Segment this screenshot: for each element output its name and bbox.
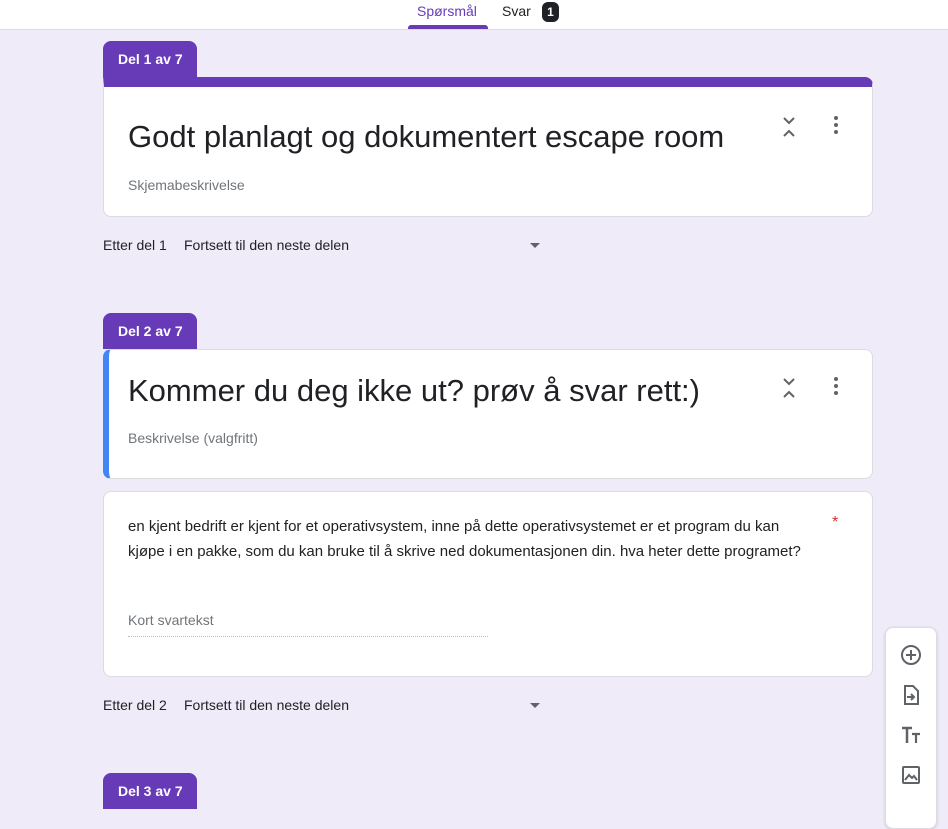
section-label-1: Del 1 av 7	[103, 41, 197, 77]
after-section-select-1[interactable]: Fortsett til den neste delen	[184, 237, 549, 257]
dropdown-arrow-icon	[530, 703, 540, 708]
floating-toolbar	[885, 627, 937, 829]
question-card[interactable]: en kjent bedrift er kjent for et operati…	[103, 491, 873, 677]
required-asterisk: *	[832, 514, 839, 531]
after-section-value-2: Fortsett til den neste delen	[184, 697, 349, 713]
collapse-section-icon[interactable]	[782, 376, 796, 400]
after-section-select-2[interactable]: Fortsett til den neste delen	[184, 697, 549, 717]
section-header-card-1[interactable]: Godt planlagt og dokumentert escape room…	[103, 77, 873, 217]
add-image-icon[interactable]	[898, 762, 924, 788]
section-title-1[interactable]: Godt planlagt og dokumentert escape room	[128, 119, 724, 155]
section-label-2: Del 2 av 7	[103, 313, 197, 349]
answers-count-badge: 1	[542, 2, 559, 22]
tab-answers[interactable]: Svar	[502, 3, 531, 19]
section-header-card-2[interactable]: Kommer du deg ikke ut? prøv å svar rett:…	[103, 349, 873, 479]
after-section-label-1: Etter del 1	[103, 237, 167, 253]
section-description-1[interactable]: Skjemabeskrivelse	[128, 177, 245, 193]
more-options-icon[interactable]	[833, 115, 839, 135]
question-text[interactable]: en kjent bedrift er kjent for et operati…	[128, 515, 818, 564]
tab-questions[interactable]: Spørsmål	[417, 3, 477, 19]
collapse-section-icon[interactable]	[782, 115, 796, 139]
active-tab-indicator	[408, 25, 488, 29]
short-answer-field: Kort svartekst	[128, 612, 488, 637]
dropdown-arrow-icon	[530, 243, 540, 248]
more-options-icon[interactable]	[833, 376, 839, 396]
section-title-2[interactable]: Kommer du deg ikke ut? prøv å svar rett:…	[128, 373, 700, 409]
after-section-label-2: Etter del 2	[103, 697, 167, 713]
import-questions-icon[interactable]	[898, 682, 924, 708]
section-label-3: Del 3 av 7	[103, 773, 197, 809]
add-title-icon[interactable]	[898, 722, 924, 748]
add-question-icon[interactable]	[898, 642, 924, 668]
section-description-2[interactable]: Beskrivelse (valgfritt)	[128, 430, 258, 446]
after-section-value-1: Fortsett til den neste delen	[184, 237, 349, 253]
short-answer-placeholder: Kort svartekst	[128, 612, 214, 628]
top-tab-bar: Spørsmål Svar 1	[0, 0, 948, 30]
